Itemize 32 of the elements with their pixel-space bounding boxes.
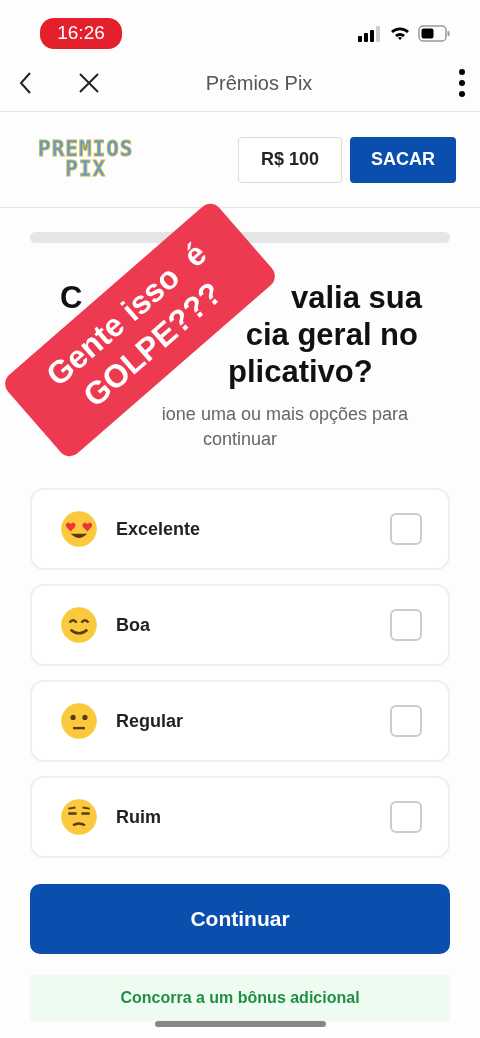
battery-icon [418, 25, 450, 42]
option-card[interactable]: Boa [30, 584, 450, 666]
checkbox[interactable] [390, 609, 422, 641]
question-fragment: valia sua [291, 279, 422, 316]
option-label: Regular [116, 709, 185, 733]
question-fragment: C [60, 279, 83, 316]
option-card[interactable]: Excelente [30, 488, 450, 570]
neutral-face-icon [60, 702, 98, 740]
heart-eyes-face-icon [60, 510, 98, 548]
option-label: Ruim [116, 805, 162, 829]
checkbox[interactable] [390, 705, 422, 737]
option-card[interactable]: Ruim [30, 776, 450, 858]
page-title: Prêmios Pix [204, 71, 314, 96]
option-label: Boa [116, 613, 151, 637]
smiling-face-icon [60, 606, 98, 644]
status-time: 16:26 [40, 18, 122, 49]
subtitle-fragment: continuar [202, 428, 278, 451]
wifi-icon [390, 26, 410, 41]
checkbox[interactable] [390, 513, 422, 545]
option-card[interactable]: Regular [30, 680, 450, 762]
continue-button[interactable]: Continuar [30, 884, 450, 954]
unamused-face-icon [60, 798, 98, 836]
option-label: Excelente [116, 517, 202, 541]
app-logo: PREMIOS PIX [38, 139, 134, 180]
signal-icon [358, 25, 382, 42]
close-icon[interactable] [78, 72, 100, 94]
balance-display: R$ 100 [238, 136, 342, 183]
more-icon[interactable] [458, 68, 466, 98]
withdraw-button[interactable]: SACAR [350, 136, 456, 183]
bonus-banner[interactable]: Concorra a um bônus adicional [30, 975, 450, 1021]
checkbox[interactable] [390, 801, 422, 833]
back-icon[interactable] [18, 71, 34, 95]
